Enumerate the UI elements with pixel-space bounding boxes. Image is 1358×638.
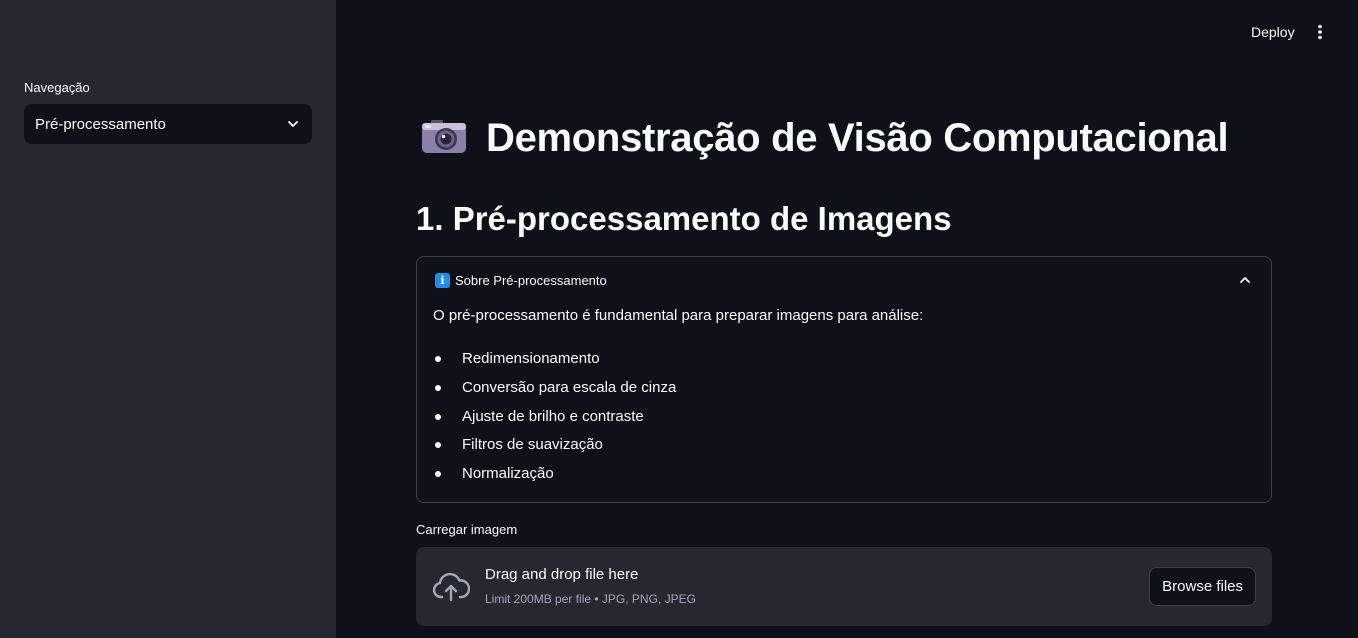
- about-expander: i Sobre Pré-processamento O pré-processa…: [416, 256, 1272, 503]
- expander-title: Sobre Pré-processamento: [455, 272, 607, 288]
- bullet-icon: [435, 413, 441, 420]
- bullet-icon: [435, 471, 441, 478]
- chevron-down-icon: [285, 116, 301, 132]
- camera-icon: [420, 116, 468, 161]
- kebab-menu-icon[interactable]: [1308, 20, 1332, 44]
- navigation-select[interactable]: Pré-processamento: [24, 104, 312, 144]
- list-item-text: Normalização: [462, 465, 554, 483]
- file-dropzone[interactable]: Drag and drop file here Limit 200MB per …: [416, 547, 1272, 626]
- sidebar: Navegação Pré-processamento: [0, 0, 336, 638]
- navigation-label: Navegação: [24, 80, 90, 95]
- list-item: Filtros de suavização: [433, 433, 676, 462]
- app: Navegação Pré-processamento Deploy Demon…: [0, 0, 1358, 638]
- list-item-text: Redimensionamento: [462, 350, 600, 367]
- list-item: Conversão para escala de cinza: [433, 376, 676, 405]
- info-icon: i: [435, 272, 450, 288]
- uploader-label: Carregar imagem: [416, 522, 518, 537]
- list-item: Ajuste de brilho e contraste: [433, 405, 676, 434]
- dropzone-subtitle: Limit 200MB per file • JPG, PNG, JPEG: [485, 592, 696, 606]
- list-item-text: Conversão para escala de cinza: [462, 378, 677, 396]
- dropzone-title: Drag and drop file here: [485, 566, 639, 583]
- section-title: 1. Pré-processamento de Imagens: [416, 200, 952, 237]
- browse-files-button[interactable]: Browse files: [1149, 567, 1256, 606]
- list-item: Normalização: [433, 462, 676, 491]
- expander-intro: O pré-processamento é fundamental para p…: [433, 307, 924, 324]
- navigation-select-value: Pré-processamento: [35, 115, 166, 133]
- expander-list: Redimensionamento Conversão para escala …: [433, 347, 676, 491]
- deploy-button[interactable]: Deploy: [1243, 20, 1303, 44]
- list-item: Redimensionamento: [433, 347, 676, 376]
- bullet-icon: [435, 384, 441, 391]
- chevron-up-icon[interactable]: [1237, 272, 1253, 288]
- list-item-text: Filtros de suavização: [462, 436, 603, 454]
- bullet-icon: [435, 442, 441, 449]
- list-item-text: Ajuste de brilho e contraste: [462, 407, 644, 425]
- bullet-icon: [435, 356, 441, 362]
- expander-header[interactable]: i Sobre Pré-processamento: [417, 257, 1271, 303]
- page-title: Demonstração de Visão Computacional: [420, 112, 1229, 164]
- page-title-text: Demonstração de Visão Computacional: [486, 115, 1229, 160]
- cloud-upload-icon: [432, 571, 471, 603]
